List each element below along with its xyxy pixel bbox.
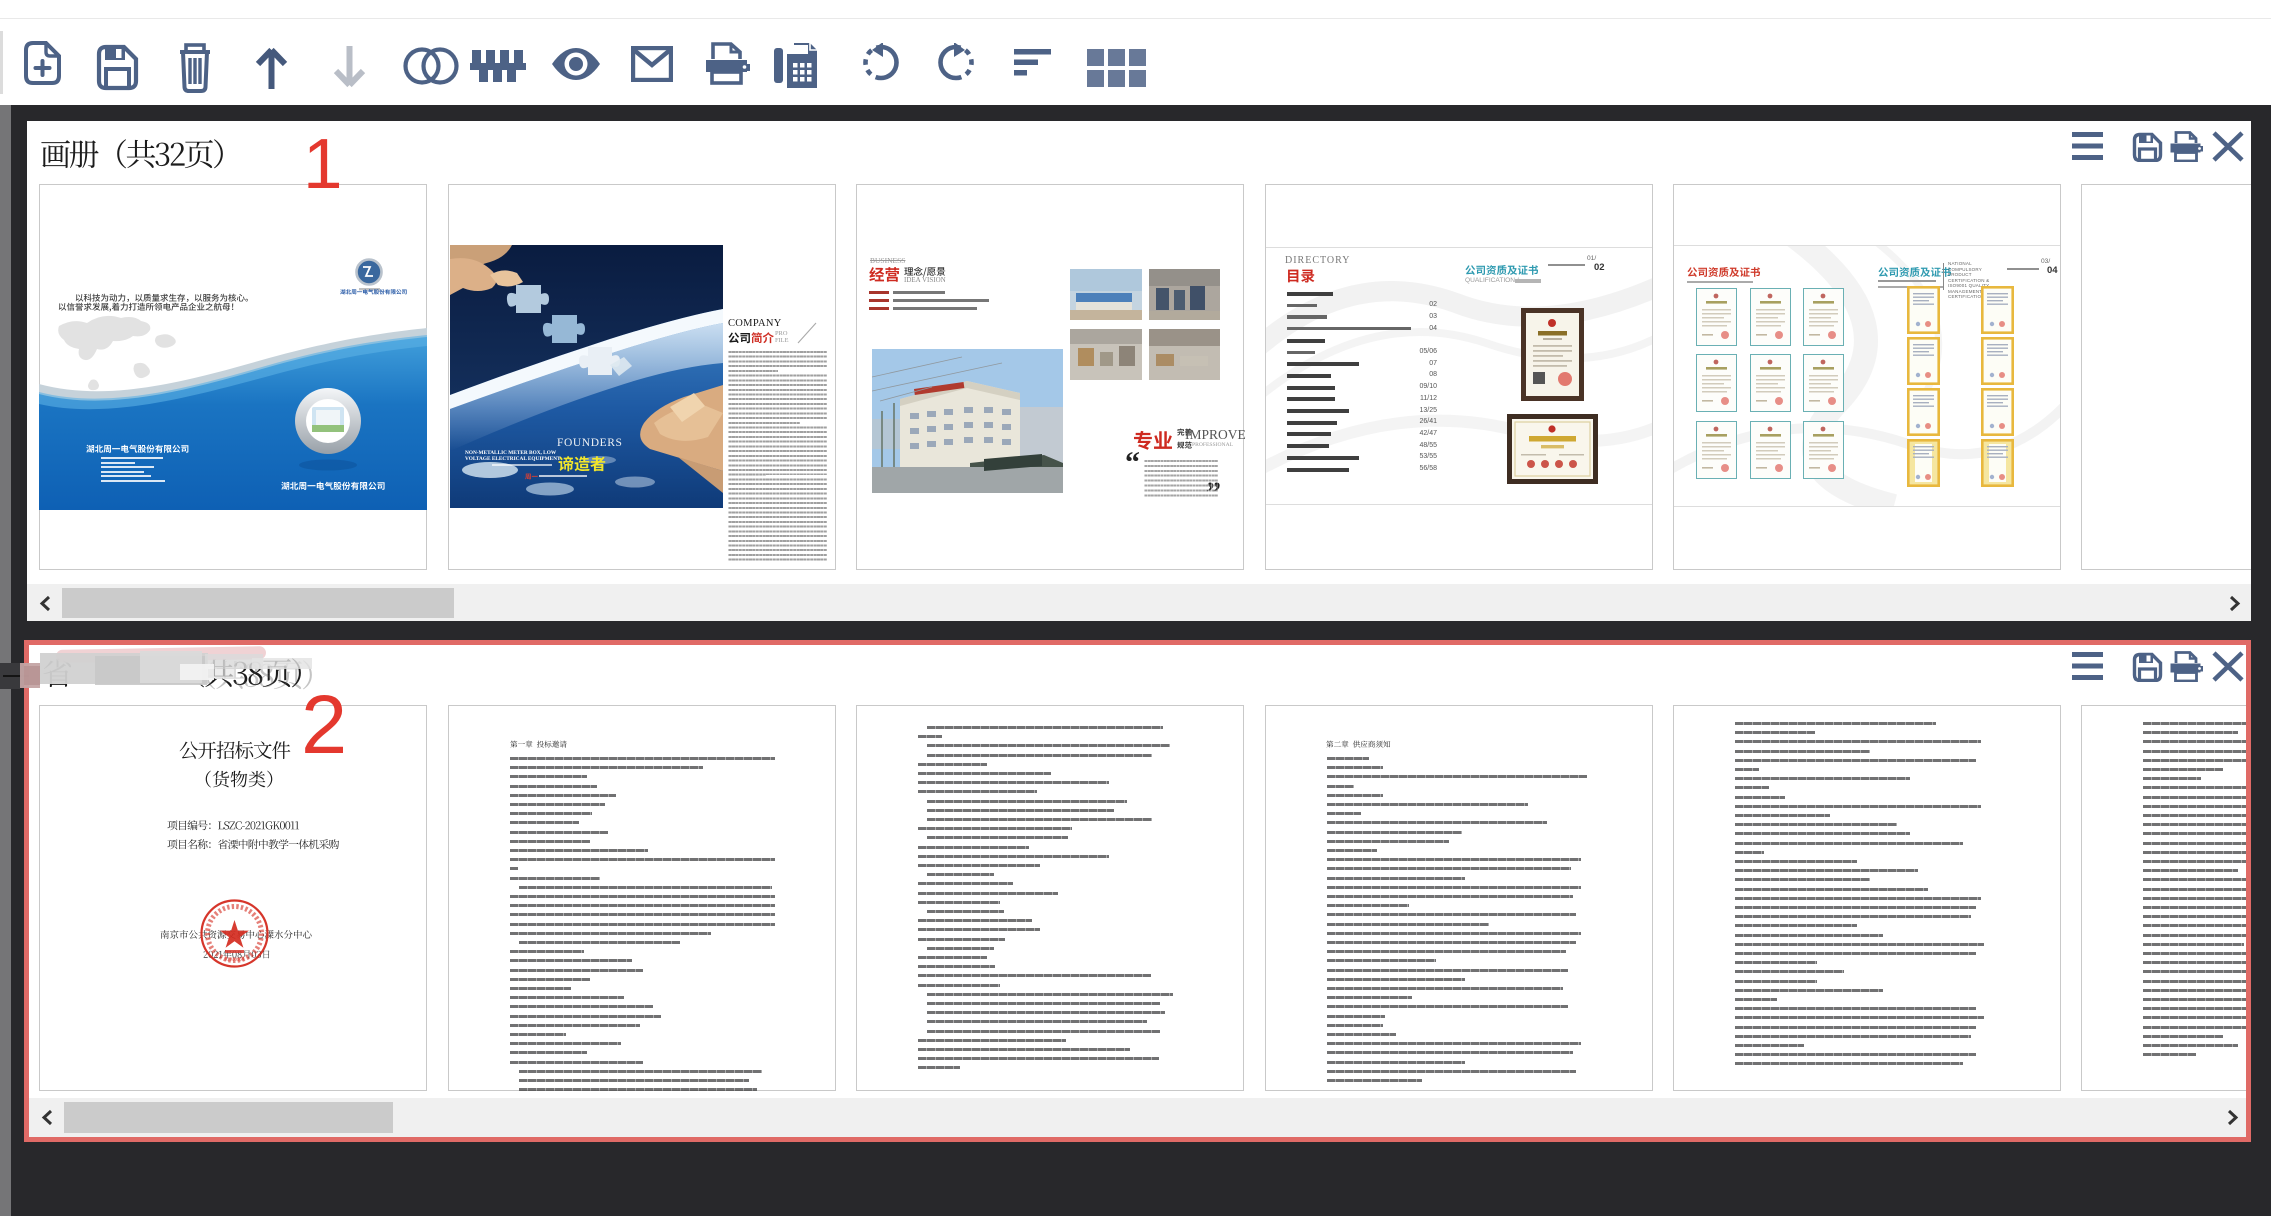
svg-text:01038169: 01038169 bbox=[225, 957, 245, 962]
